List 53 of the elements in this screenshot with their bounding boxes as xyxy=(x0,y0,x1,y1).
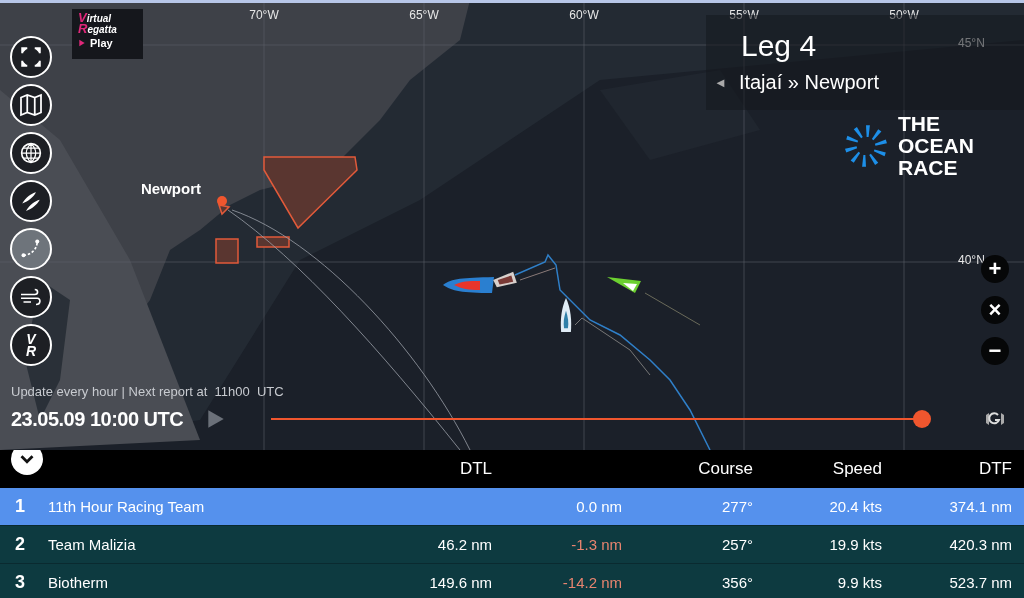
table-cell-text: 9.9 kts xyxy=(836,574,882,591)
table-cell-text: 149.6 nm xyxy=(428,574,492,591)
place-label: Newport xyxy=(141,180,201,197)
table-cell-text: 420.3 nm xyxy=(948,536,1012,553)
back-button[interactable]: ◄ xyxy=(714,75,727,90)
longitude-label: 65°W xyxy=(408,8,440,22)
column-header: Speed xyxy=(831,459,882,479)
team-cell-text: 11th Hour Racing Team xyxy=(47,498,206,515)
logo-text: THE xyxy=(898,113,941,135)
route-label: Itajaí » Newport xyxy=(738,71,879,94)
boat-icon xyxy=(558,297,574,334)
table-cell-text: 0.0 nm xyxy=(575,498,622,515)
table-cell-text: 20.4 kts xyxy=(828,498,882,515)
table-cell-text: 356° xyxy=(720,574,753,591)
column-header: DTF xyxy=(977,459,1012,479)
longitude-label: 55°W xyxy=(728,8,760,22)
latitude-label: 45°N xyxy=(958,36,985,50)
timestamp: 23.05.09 10:00 UTC xyxy=(11,407,185,431)
virtual-regatta-logo[interactable]: Virtual Regatta Play xyxy=(72,9,143,59)
longitude-label: 70°W xyxy=(248,8,280,22)
table-cell-text: 277° xyxy=(720,498,753,515)
longitude-label: 60°W xyxy=(568,8,600,22)
table-cell-text: 46.2 nm xyxy=(436,536,492,553)
logo-text: Regatta xyxy=(78,24,118,35)
location-marker xyxy=(217,196,227,206)
column-header: Course xyxy=(697,459,753,479)
column-header: DTL xyxy=(458,459,492,479)
table-cell-text: 374.1 nm xyxy=(948,498,1012,515)
logo-text: RACE xyxy=(898,157,959,179)
table-cell-text: -14.2 nm xyxy=(561,574,622,591)
logo-text: OCEAN xyxy=(898,135,974,157)
table-cell-text: 19.9 kts xyxy=(828,536,882,553)
play-icon xyxy=(78,38,86,48)
leg-title: Leg 4 xyxy=(741,29,817,63)
longitude-label: 50°W xyxy=(888,8,920,22)
team-cell-text: Team Malizia xyxy=(47,536,137,553)
exclusion-zone xyxy=(217,204,231,216)
table-row[interactable]: 3 Biotherm 149.6 nm -14.2 nm 356° 9.9 kts 523.7 nm xyxy=(0,564,1024,598)
table-cell-text: 523.7 nm xyxy=(948,574,1012,591)
rank-cell-text: 1 xyxy=(14,496,26,517)
exclusion-zone xyxy=(215,238,239,264)
play-link[interactable]: Play xyxy=(90,37,113,49)
logo-text: Virtual xyxy=(78,13,112,24)
update-note: Update every hour | Next report at 11h00 UTC xyxy=(11,384,285,399)
collapse-button[interactable] xyxy=(11,450,43,475)
timeline-slider[interactable] xyxy=(271,410,931,428)
table-cell-text: 257° xyxy=(720,536,753,553)
rank-cell-text: 2 xyxy=(14,534,26,555)
exclusion-zone xyxy=(256,236,290,248)
table-cell-text: -1.3 nm xyxy=(570,536,622,553)
team-cell-text: Biotherm xyxy=(47,574,110,591)
rank-cell-text: 3 xyxy=(14,572,26,593)
table-row[interactable]: 2 Team Malizia 46.2 nm -1.3 nm 257° 19.9 kts 420.3 nm xyxy=(0,526,1024,564)
